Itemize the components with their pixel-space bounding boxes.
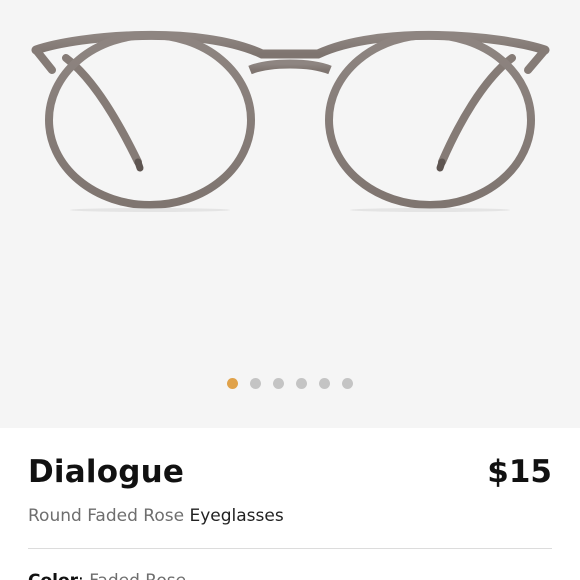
- product-info: Dialogue $15 Round Faded Rose Eyeglasses…: [0, 428, 580, 580]
- product-name: Dialogue: [28, 454, 185, 490]
- gallery-dot-1[interactable]: [227, 378, 238, 389]
- product-type: Eyeglasses: [189, 506, 284, 526]
- gallery-dot-3[interactable]: [273, 378, 284, 389]
- gallery-dot-2[interactable]: [250, 378, 261, 389]
- product-price: $15: [487, 454, 552, 490]
- color-label: Color: [28, 571, 78, 580]
- eyeglasses-image: [31, 30, 550, 212]
- product-subtitle: Round Faded Rose Eyeglasses: [28, 506, 284, 526]
- product-shape-color: Round Faded Rose: [28, 506, 185, 526]
- gallery-dot-4[interactable]: [296, 378, 307, 389]
- product-image-gallery[interactable]: [0, 0, 580, 428]
- gallery-dot-6[interactable]: [342, 378, 353, 389]
- gallery-pagination: [0, 378, 580, 390]
- product-page: Dialogue $15 Round Faded Rose Eyeglasses…: [0, 0, 580, 580]
- color-value: Faded Rose: [89, 571, 186, 580]
- gallery-dot-5[interactable]: [319, 378, 330, 389]
- divider: [28, 548, 552, 549]
- color-row[interactable]: Color: Faded Rose: [28, 571, 186, 580]
